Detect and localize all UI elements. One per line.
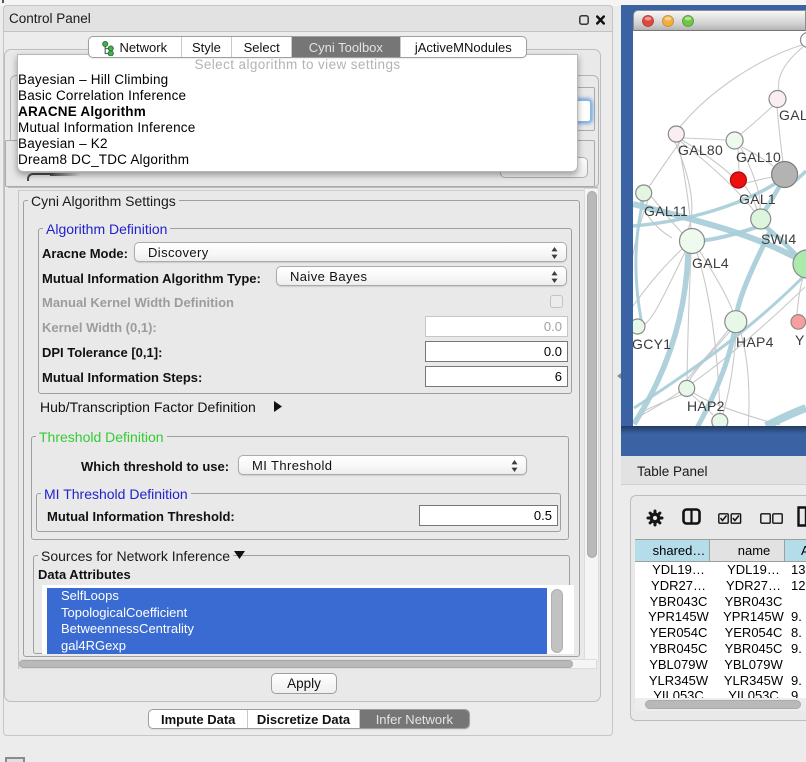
- svg-text:GAL1: GAL1: [739, 191, 776, 207]
- svg-text:GAL10: GAL10: [736, 149, 781, 165]
- svg-text:GCY1: GCY1: [633, 336, 671, 352]
- svg-text:Y: Y: [795, 332, 805, 348]
- svg-text:GAL: GAL: [779, 107, 806, 123]
- svg-text:GAL4: GAL4: [692, 255, 729, 271]
- svg-text:HAP2: HAP2: [687, 398, 725, 414]
- svg-text:HAP4: HAP4: [736, 334, 774, 350]
- svg-text:GAL80: GAL80: [678, 142, 723, 158]
- svg-text:GAL11: GAL11: [644, 203, 688, 219]
- svg-text:SWI4: SWI4: [761, 231, 796, 247]
